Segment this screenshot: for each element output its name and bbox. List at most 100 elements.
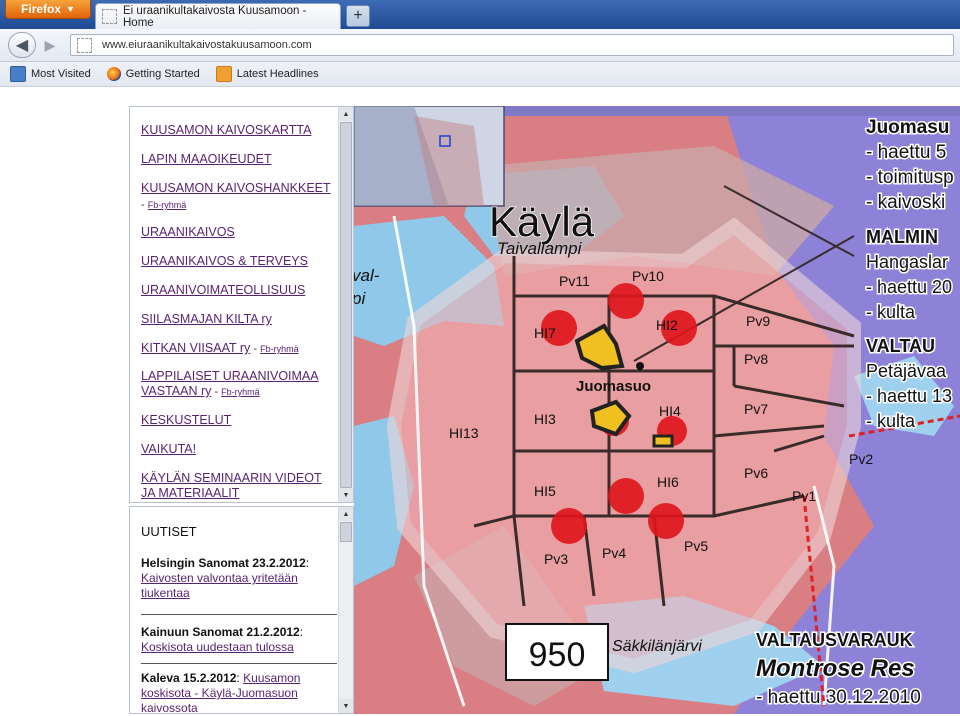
svg-text:MALMIN: MALMIN bbox=[866, 227, 938, 247]
svg-text:- haettu 5: - haettu 5 bbox=[866, 142, 946, 163]
svg-text:- haettu 30.12.2010: - haettu 30.12.2010 bbox=[756, 687, 921, 708]
menu-link-kaivoskartta[interactable]: KUUSAMON KAIVOSKARTTA bbox=[141, 123, 341, 138]
fb-group-link[interactable]: Fb-ryhmä bbox=[221, 387, 260, 397]
colon: : bbox=[305, 556, 310, 570]
bookmark-getting-started[interactable]: Getting Started bbox=[106, 67, 200, 81]
menu-frame: KUUSAMON KAIVOSKARTTA LAPIN MAAOIKEUDET … bbox=[129, 106, 354, 503]
place-title: Käylä bbox=[489, 198, 595, 245]
scroll-down-icon[interactable]: ▼ bbox=[339, 699, 353, 713]
address-bar[interactable]: www.eiuraanikultakaivostakuusamoon.com bbox=[70, 34, 954, 56]
bookmark-label: Most Visited bbox=[31, 68, 91, 80]
scroll-up-icon[interactable]: ▲ bbox=[339, 507, 353, 521]
lake-label: Säkkilänjärvi bbox=[612, 638, 702, 655]
svg-text:Montrose Res: Montrose Res bbox=[756, 655, 915, 682]
bookmarks-toolbar: Most Visited Getting Started Latest Head… bbox=[0, 62, 960, 87]
edge-label: val- bbox=[354, 266, 380, 285]
svg-text:- haettu 20: - haettu 20 bbox=[866, 277, 952, 297]
news-frame: UUTISET Helsingin Sanomat 23.2.2012: Kai… bbox=[129, 506, 354, 714]
claim-label: Pv10 bbox=[632, 268, 664, 284]
news-link[interactable]: Kuusamon bbox=[243, 671, 300, 685]
claim-label: Pv1 bbox=[792, 488, 816, 504]
claim-label: HI7 bbox=[534, 325, 556, 341]
tab-home[interactable]: Ei uraanikultakaivosta Kuusamoon - Home bbox=[95, 3, 341, 29]
menu-link-lappilaiset[interactable]: LAPPILAISET URAANIVOIMAA bbox=[141, 369, 341, 384]
menu-link-seminaari-2[interactable]: JA MATERIAALIT bbox=[141, 486, 341, 501]
sidebar: KUUSAMON KAIVOSKARTTA LAPIN MAAOIKEUDET … bbox=[129, 106, 354, 714]
site-identity-icon bbox=[77, 37, 92, 53]
menu-link-keskustelut[interactable]: KESKUSTELUT bbox=[141, 413, 341, 428]
menu-row-lappilaiset-2: VASTAAN ry - Fb-ryhmä bbox=[141, 384, 341, 400]
scroll-thumb[interactable] bbox=[340, 522, 352, 542]
claim-label: Pv5 bbox=[684, 538, 708, 554]
menu-link-terveys[interactable]: URAANIKAIVOS & TERVEYS bbox=[141, 254, 341, 269]
number-box-value: 950 bbox=[529, 636, 586, 674]
menu-link-vaikuta[interactable]: VAIKUTA! bbox=[141, 442, 341, 457]
claim-label: Pv6 bbox=[744, 465, 768, 481]
news-item-2: Kainuun Sanomat 21.2.2012: Koskisota uud… bbox=[141, 625, 337, 655]
back-button[interactable]: ◀ bbox=[8, 32, 36, 58]
menu-link-siilasmaja[interactable]: SIILASMAJAN KILTA ry bbox=[141, 312, 341, 327]
claim-label: Pv4 bbox=[602, 545, 626, 561]
menu-link-kitkan[interactable]: KITKAN VIISAAT ry bbox=[141, 341, 250, 355]
tab-bar: Firefox ▼ Ei uraanikultakaivosta Kuusamoo… bbox=[0, 0, 960, 29]
url-text: www.eiuraanikultakaivostakuusamoon.com bbox=[102, 39, 312, 51]
navigation-toolbar: ◀ ▶ www.eiuraanikultakaivostakuusamoon.c… bbox=[0, 29, 960, 62]
news-source: Kainuun Sanomat 21.2.2012 bbox=[141, 625, 300, 639]
menu-link-kaivoshankkeet[interactable]: KUUSAMON KAIVOSHANKKEET bbox=[141, 181, 341, 196]
claim-label: HI13 bbox=[449, 425, 479, 441]
firefox-icon bbox=[106, 67, 121, 81]
bookmark-label: Latest Headlines bbox=[236, 68, 319, 80]
menu-link-maaoikeudet[interactable]: LAPIN MAAOIKEUDET bbox=[141, 152, 341, 167]
menu-link-uraanikaivos[interactable]: URAANIKAIVOS bbox=[141, 225, 341, 240]
claim-label: Pv3 bbox=[544, 551, 568, 567]
firefox-menu-button[interactable]: Firefox ▼ bbox=[5, 0, 91, 19]
divider bbox=[141, 663, 337, 664]
news-link[interactable]: Koskisota uudestaan tulossa bbox=[141, 640, 294, 654]
scroll-thumb[interactable] bbox=[340, 122, 352, 488]
scroll-up-icon[interactable]: ▲ bbox=[339, 107, 353, 121]
svg-text:- kulta: - kulta bbox=[866, 302, 916, 322]
new-tab-button[interactable]: + bbox=[346, 5, 370, 27]
news-link[interactable]: koskisota - Käylä-Juomasuon bbox=[141, 686, 298, 700]
separator-dash: - bbox=[141, 199, 148, 211]
claim-label: Pv7 bbox=[744, 401, 768, 417]
svg-text:Hangaslar: Hangaslar bbox=[866, 252, 948, 272]
scroll-down-icon[interactable]: ▼ bbox=[339, 488, 353, 502]
menu-link-lappilaiset-2[interactable]: VASTAAN ry bbox=[141, 384, 211, 398]
news-link[interactable]: kaivossota bbox=[141, 701, 198, 713]
svg-text:- kulta: - kulta bbox=[866, 411, 916, 431]
dropdown-arrow-icon: ▼ bbox=[66, 4, 75, 14]
news-link[interactable]: Kaivosten valvontaa yritetään bbox=[141, 571, 298, 585]
number-box: 950 bbox=[505, 623, 609, 681]
menu-link-seminaari[interactable]: KÄYLÄN SEMINAARIN VIDEOT bbox=[141, 471, 341, 486]
divider bbox=[141, 614, 337, 615]
news-scrollbar[interactable]: ▲ ▼ bbox=[338, 507, 353, 713]
news-link[interactable]: tiukentaa bbox=[141, 586, 190, 600]
edge-label: pi bbox=[354, 289, 366, 308]
svg-text:VALTAU: VALTAU bbox=[866, 336, 935, 356]
bookmark-label: Getting Started bbox=[125, 68, 200, 80]
overview-inset-map[interactable] bbox=[354, 106, 505, 207]
svg-text:- toimitusp: - toimitusp bbox=[866, 167, 954, 188]
tab-title: Ei uraanikultakaivosta Kuusamoon - Home bbox=[123, 4, 307, 29]
menu-scrollbar[interactable]: ▲ ▼ bbox=[338, 107, 353, 502]
news-item-3: Kaleva 15.2.2012: Kuusamon koskisota - K… bbox=[141, 671, 337, 713]
claim-label: HI2 bbox=[656, 317, 678, 333]
svg-text:- kaivoski: - kaivoski bbox=[866, 192, 945, 213]
bookmark-most-visited[interactable]: Most Visited bbox=[10, 66, 91, 82]
lake-label: Taivallampi bbox=[497, 239, 583, 258]
most-visited-icon bbox=[10, 66, 26, 82]
back-arrow-icon: ◀ bbox=[15, 37, 29, 54]
claim-label: HI3 bbox=[534, 411, 556, 427]
forward-button[interactable]: ▶ bbox=[40, 35, 60, 55]
bookmark-latest-headlines[interactable]: Latest Headlines bbox=[215, 66, 319, 82]
news-source: Kaleva 15.2.2012 bbox=[141, 671, 237, 685]
page-favicon-icon bbox=[102, 9, 117, 24]
rss-icon bbox=[215, 66, 232, 82]
fb-group-link[interactable]: Fb-ryhmä bbox=[148, 200, 187, 210]
claim-label: Pv8 bbox=[744, 351, 768, 367]
separator-dash: - bbox=[211, 386, 222, 398]
svg-text:Juomasu: Juomasu bbox=[866, 117, 949, 138]
menu-link-uraanivoima[interactable]: URAANIVOIMATEOLLISUUS bbox=[141, 283, 341, 298]
fb-group-link[interactable]: Fb-ryhmä bbox=[260, 344, 299, 354]
